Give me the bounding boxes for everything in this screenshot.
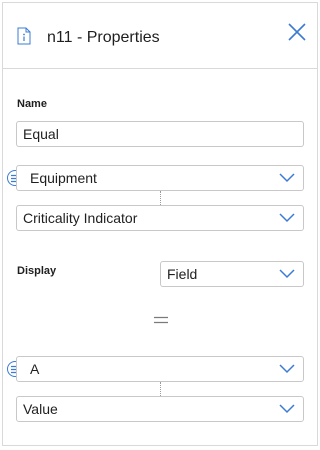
name-label: Name <box>17 98 47 110</box>
connector-line <box>160 191 161 205</box>
field-select-value: Criticality Indicator <box>23 210 138 226</box>
name-input[interactable]: Equal <box>16 121 304 147</box>
equals-icon <box>154 316 168 324</box>
family-select[interactable]: A <box>16 356 304 382</box>
family-select[interactable]: Equipment <box>16 165 304 191</box>
display-label: Display <box>17 265 57 277</box>
display-select[interactable]: Field <box>160 261 304 287</box>
panel-header: n11 - Properties <box>3 3 317 69</box>
field-select[interactable]: Value <box>16 396 304 422</box>
close-icon[interactable] <box>287 22 307 42</box>
chevron-down-icon <box>279 173 295 183</box>
display-select-value: Field <box>167 266 198 282</box>
panel-title: n11 - Properties <box>47 29 160 46</box>
chevron-down-icon <box>279 213 295 223</box>
family-select-value: A <box>30 361 40 377</box>
chevron-down-icon <box>279 404 295 414</box>
chevron-down-icon <box>279 364 295 374</box>
connector-line <box>160 382 161 396</box>
document-info-icon <box>17 27 31 45</box>
field-select[interactable]: Criticality Indicator <box>16 205 304 231</box>
properties-panel: n11 - Properties Name Equal Equipment Cr… <box>2 2 318 446</box>
chevron-down-icon <box>279 269 295 279</box>
field-select-value: Value <box>23 401 58 417</box>
family-select-value: Equipment <box>30 170 97 186</box>
